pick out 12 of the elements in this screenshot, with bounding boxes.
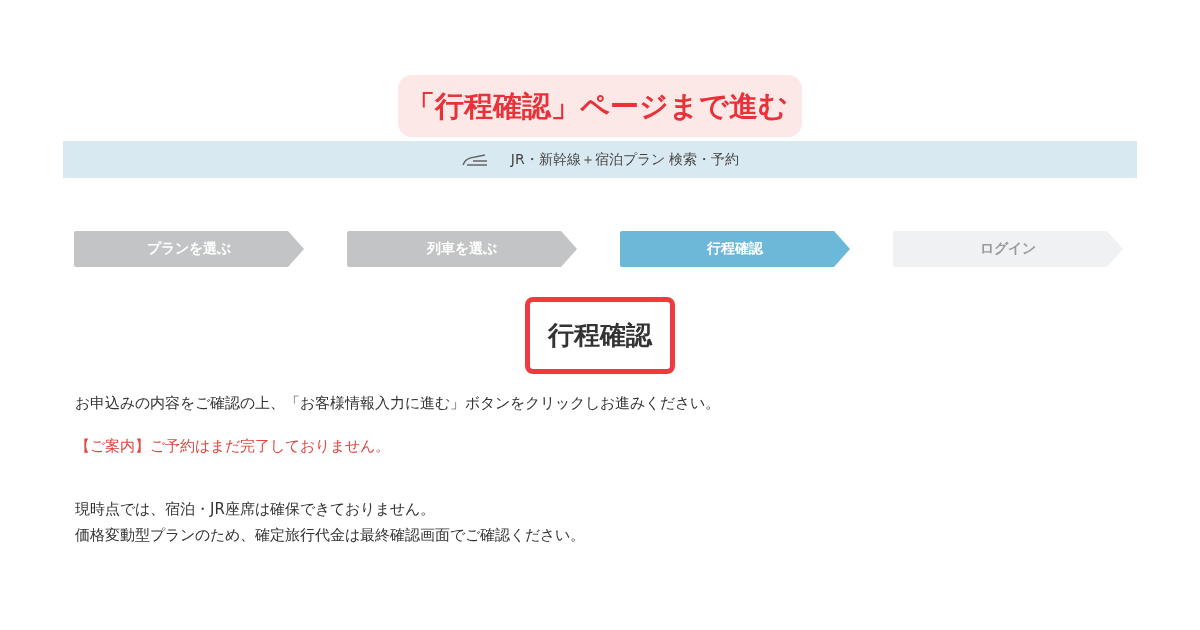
progress-step: ログイン xyxy=(893,231,1123,267)
page-heading: 行程確認 xyxy=(525,297,675,374)
progress-step: プランを選ぶ xyxy=(74,231,304,267)
instruction-text: お申込みの内容をご確認の上、「お客様情報入力に進む」ボタンをクリックしお進みください。 xyxy=(75,394,721,413)
progress-step: 列車を選ぶ xyxy=(347,231,577,267)
notice-text: 【ご案内】ご予約はまだ完了しておりません。 xyxy=(75,437,391,456)
header-title: JR・新幹線＋宿泊プラン 検索・予約 xyxy=(510,150,740,169)
note-text: 価格変動型プランのため、確定旅行代金は最終確認画面でご確認ください。 xyxy=(75,525,586,546)
progress-step: 行程確認 xyxy=(620,231,850,267)
callout-banner: 「行程確認」ページまで進む xyxy=(398,75,802,137)
train-icon xyxy=(460,152,489,167)
note-text: 現時点では、宿泊・JR座席は確保できておりません。 xyxy=(75,499,436,520)
